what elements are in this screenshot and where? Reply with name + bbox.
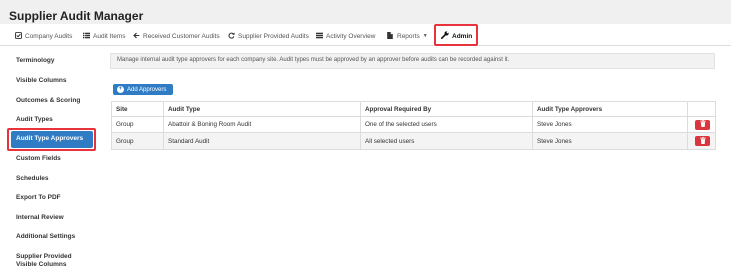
approvers-table: Site Audit Type Approval Required By Aud…: [111, 101, 716, 150]
cell-actions: [688, 117, 717, 132]
nav-label: Received Customer Audits: [143, 32, 220, 40]
column-header-audit-type[interactable]: Audit Type: [164, 102, 361, 116]
column-header-actions: [688, 102, 717, 116]
table-icon: [315, 32, 323, 41]
cell-approval-required-by: All selected users: [361, 133, 533, 149]
cell-site: Group: [112, 133, 164, 149]
sidebar-item-schedules[interactable]: Schedules: [16, 175, 49, 183]
table-header-row: Site Audit Type Approval Required By Aud…: [112, 102, 715, 117]
column-header-audit-type-approvers[interactable]: Audit Type Approvers: [533, 102, 688, 116]
nav-label: Audit Items: [93, 32, 126, 40]
nav-label: Activity Overview: [326, 32, 376, 40]
sidebar-highlight-box: [7, 128, 96, 151]
sidebar-item-additional-settings[interactable]: Additional Settings: [16, 233, 75, 241]
column-header-site[interactable]: Site: [112, 102, 164, 116]
delete-button[interactable]: [695, 119, 710, 130]
nav-activity-overview[interactable]: Activity Overview: [315, 30, 375, 42]
nav-reports[interactable]: Reports ▼: [386, 30, 428, 42]
sidebar-item-label-line2: Visible Columns: [16, 261, 67, 268]
cell-audit-type: Abattoir & Boning Room Audit: [164, 117, 361, 132]
trash-icon: [699, 136, 706, 146]
top-nav: Company Audits Audit Items Received Cust…: [0, 24, 731, 46]
sidebar-item-export-to-pdf[interactable]: Export To PDF: [16, 194, 61, 202]
add-approvers-label: Add Approvers: [127, 86, 167, 93]
sidebar-item-audit-types[interactable]: Audit Types: [16, 116, 53, 124]
nav-label: Reports: [397, 32, 420, 40]
list-icon: [82, 32, 90, 41]
cell-approvers: Steve Jones: [533, 117, 688, 132]
cell-actions: [688, 133, 717, 149]
nav-label: Supplier Provided Audits: [238, 32, 309, 40]
add-approvers-button[interactable]: + Add Approvers: [113, 84, 173, 95]
nav-audit-items[interactable]: Audit Items: [82, 30, 126, 42]
sidebar-item-custom-fields[interactable]: Custom Fields: [16, 155, 61, 163]
sidebar-item-outcomes-scoring[interactable]: Outcomes & Scoring: [16, 97, 80, 105]
nav-received-customer-audits[interactable]: Received Customer Audits: [132, 30, 220, 42]
cell-audit-type: Standard Audit: [164, 133, 361, 149]
trash-icon: [699, 120, 706, 129]
info-banner: Manage internal audit type approvers for…: [110, 53, 715, 69]
table-row[interactable]: Group Standard Audit All selected users …: [112, 133, 715, 149]
arrow-left-icon: [132, 32, 140, 41]
column-header-approval-required-by[interactable]: Approval Required By: [361, 102, 533, 116]
cell-approvers: Steve Jones: [533, 133, 688, 149]
refresh-icon: [227, 32, 235, 41]
cell-approval-required-by: One of the selected users: [361, 117, 533, 132]
sidebar-item-terminology[interactable]: Terminology: [16, 57, 55, 65]
admin-highlight-box: [434, 24, 478, 46]
nav-company-audits[interactable]: Company Audits: [14, 30, 72, 42]
plus-circle-icon: +: [117, 86, 124, 93]
sidebar-item-label: Supplier Provided: [16, 253, 72, 260]
sidebar-item-internal-review[interactable]: Internal Review: [16, 214, 64, 222]
check-square-icon: [14, 31, 22, 41]
sidebar-item-visible-columns[interactable]: Visible Columns: [16, 77, 66, 85]
delete-button[interactable]: [695, 136, 710, 146]
nav-label: Company Audits: [25, 32, 73, 40]
sidebar-item-supplier-provided-visible-columns[interactable]: Supplier Provided Visible Columns: [16, 253, 72, 269]
table-row[interactable]: Group Abattoir & Boning Room Audit One o…: [112, 117, 715, 133]
app-header: Supplier Audit Manager: [0, 0, 731, 24]
app-title: Supplier Audit Manager: [9, 9, 144, 23]
nav-supplier-provided-audits[interactable]: Supplier Provided Audits: [227, 30, 309, 42]
file-icon: [386, 31, 394, 41]
chevron-down-icon: ▼: [422, 33, 428, 39]
cell-site: Group: [112, 117, 164, 132]
